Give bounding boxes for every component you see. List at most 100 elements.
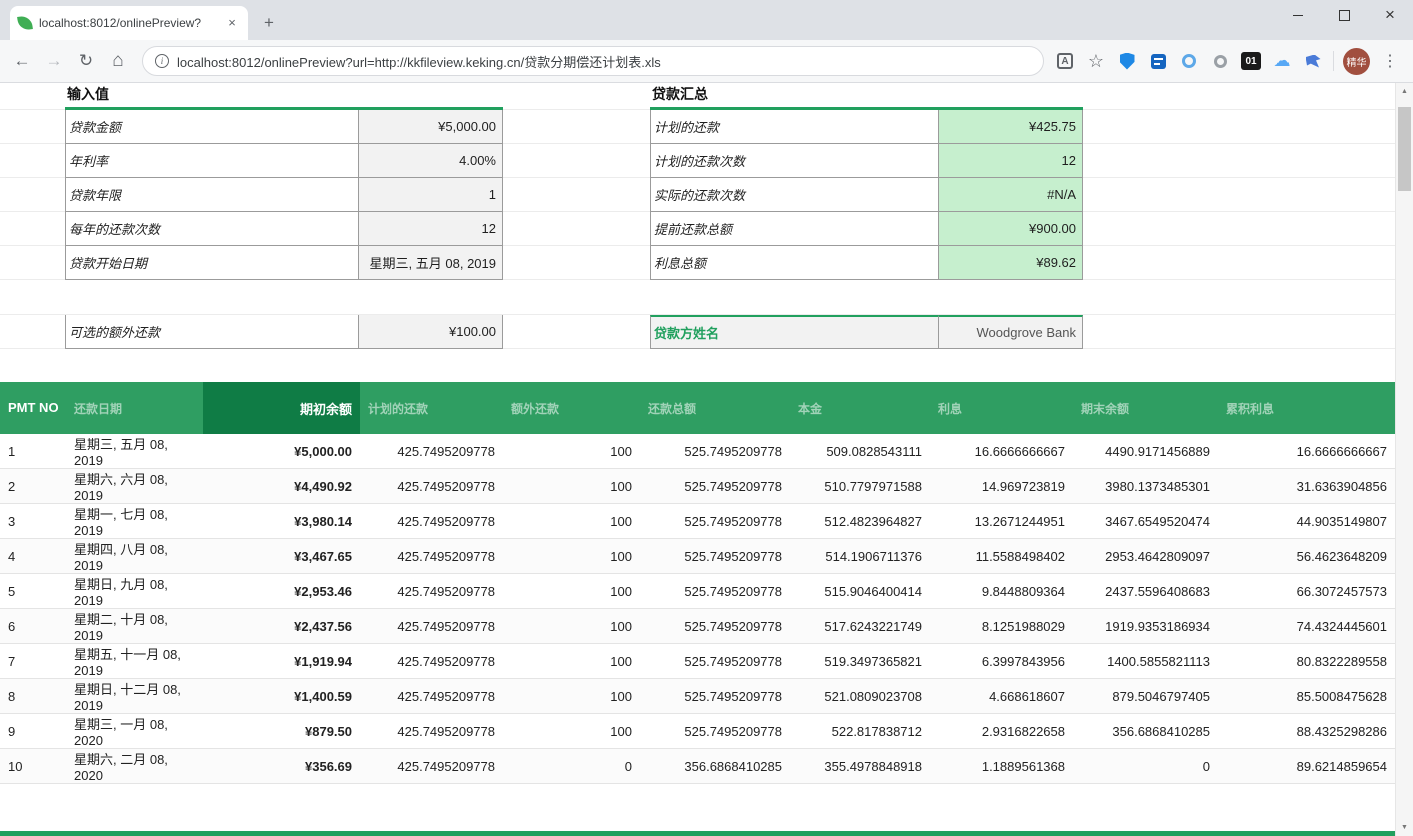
table-cell: 74.4324445601 (1218, 609, 1395, 644)
table-cell: 8 (0, 679, 66, 714)
browser-tab[interactable]: localhost:8012/onlinePreview? × (10, 6, 248, 40)
table-cell: 星期二, 十月 08, 2019 (66, 609, 203, 644)
summary-row-label: 实际的还款次数 (650, 178, 938, 212)
table-cell: 510.7797971588 (790, 469, 930, 504)
tab-title: localhost:8012/onlinePreview? (39, 16, 217, 30)
window-controls (1275, 0, 1413, 30)
table-cell: 11.5588498402 (930, 539, 1073, 574)
table-row: 4星期四, 八月 08, 2019¥3,467.65425.7495209778… (0, 539, 1395, 574)
minimize-icon (1293, 15, 1303, 16)
table-cell: 100 (503, 714, 640, 749)
summary-row-label: 计划的还款次数 (650, 144, 938, 178)
address-bar[interactable]: localhost:8012/onlinePreview?url=http://… (142, 46, 1044, 76)
input-row-label: 贷款金额 (65, 110, 358, 144)
table-cell: 356.6868410285 (640, 749, 790, 784)
scroll-up-arrow[interactable] (1396, 83, 1413, 100)
extension-cloud-button[interactable] (1271, 50, 1293, 72)
table-cell: 7 (0, 644, 66, 679)
reload-icon (79, 51, 93, 71)
table-row: 3星期一, 七月 08, 2019¥3,980.14425.7495209778… (0, 504, 1395, 539)
table-cell: 星期日, 十二月 08, 2019 (66, 679, 203, 714)
tab-close-icon[interactable]: × (224, 15, 240, 31)
new-tab-button[interactable]: + (256, 10, 282, 36)
translate-button[interactable] (1054, 50, 1076, 72)
table-cell: 525.7495209778 (640, 469, 790, 504)
home-button[interactable] (104, 47, 132, 75)
column-header: 期末余额 (1073, 382, 1218, 434)
table-cell: ¥3,980.14 (203, 504, 360, 539)
table-cell: 100 (503, 504, 640, 539)
close-button[interactable] (1367, 0, 1413, 30)
table-cell: 56.4623648209 (1218, 539, 1395, 574)
table-cell: 100 (503, 609, 640, 644)
table-cell: 525.7495209778 (640, 539, 790, 574)
forward-button[interactable] (40, 47, 68, 75)
extension-shield-button[interactable] (1116, 50, 1138, 72)
scroll-down-arrow[interactable] (1396, 819, 1413, 836)
table-cell: 4.668618607 (930, 679, 1073, 714)
table-cell: 44.9035149807 (1218, 504, 1395, 539)
table-cell: 85.5008475628 (1218, 679, 1395, 714)
profile-avatar[interactable]: 精华 (1343, 48, 1370, 75)
table-cell: 509.0828543111 (790, 434, 930, 469)
input-row-value: 4.00% (358, 144, 503, 178)
kebab-menu-icon (1382, 51, 1398, 71)
table-row: 10星期六, 二月 08, 2020¥356.69425.74952097780… (0, 749, 1395, 784)
bookmark-button[interactable] (1085, 50, 1107, 72)
extension-bird-button[interactable] (1302, 50, 1324, 72)
vertical-scrollbar[interactable] (1395, 83, 1413, 836)
table-cell: 100 (503, 434, 640, 469)
table-cell: 88.4325298286 (1218, 714, 1395, 749)
lender-name-label: 贷款方姓名 (650, 315, 938, 349)
table-cell: 525.7495209778 (640, 504, 790, 539)
schedule-tbody: 1星期三, 五月 08, 2019¥5,000.00425.7495209778… (0, 434, 1395, 784)
table-row: 5星期日, 九月 08, 2019¥2,953.46425.7495209778… (0, 574, 1395, 609)
lender-name-value: Woodgrove Bank (938, 315, 1083, 349)
table-cell: 515.9046400414 (790, 574, 930, 609)
table-cell: 425.7495209778 (360, 504, 503, 539)
extension-gray-button[interactable] (1209, 50, 1231, 72)
table-cell: 425.7495209778 (360, 469, 503, 504)
table-cell: 5 (0, 574, 66, 609)
extension-badge-button[interactable]: 01 (1240, 50, 1262, 72)
maximize-button[interactable] (1321, 0, 1367, 30)
translate-icon (1057, 53, 1073, 69)
table-row: 7星期五, 十一月 08, 2019¥1,919.94425.749520977… (0, 644, 1395, 679)
scrollbar-thumb[interactable] (1398, 107, 1411, 191)
extension-ring-button[interactable] (1178, 50, 1200, 72)
table-cell: 星期一, 七月 08, 2019 (66, 504, 203, 539)
table-cell: ¥2,953.46 (203, 574, 360, 609)
table-cell: 519.3497365821 (790, 644, 930, 679)
table-cell: 425.7495209778 (360, 644, 503, 679)
summary-row-value: ¥900.00 (938, 212, 1083, 246)
table-cell: 425.7495209778 (360, 714, 503, 749)
extension-translate-button[interactable] (1147, 50, 1169, 72)
table-cell: 521.0809023708 (790, 679, 930, 714)
table-cell: 星期四, 八月 08, 2019 (66, 539, 203, 574)
table-cell: ¥3,467.65 (203, 539, 360, 574)
back-button[interactable] (8, 47, 36, 75)
table-cell: 425.7495209778 (360, 434, 503, 469)
table-cell: 2.9316822658 (930, 714, 1073, 749)
table-cell: 3 (0, 504, 66, 539)
table-cell: 100 (503, 644, 640, 679)
blue-square-icon (1151, 54, 1166, 69)
table-row: 9星期三, 一月 08, 2020¥879.50425.749520977810… (0, 714, 1395, 749)
extra-payment-label: 可选的额外还款 (65, 315, 358, 349)
extra-payment-value: ¥100.00 (358, 315, 503, 349)
reload-button[interactable] (72, 47, 100, 75)
close-icon (1385, 5, 1395, 25)
table-cell: 525.7495209778 (640, 679, 790, 714)
table-cell: 9 (0, 714, 66, 749)
table-cell: 14.969723819 (930, 469, 1073, 504)
table-cell: 100 (503, 574, 640, 609)
page-info-icon[interactable] (155, 54, 169, 68)
table-cell: ¥879.50 (203, 714, 360, 749)
menu-button[interactable] (1379, 50, 1401, 72)
cloud-icon (1274, 51, 1291, 71)
input-row-label: 年利率 (65, 144, 358, 178)
table-cell: 4490.9171456889 (1073, 434, 1218, 469)
shield-icon (1120, 53, 1135, 70)
minimize-button[interactable] (1275, 0, 1321, 30)
url-text: localhost:8012/onlinePreview?url=http://… (177, 52, 661, 71)
